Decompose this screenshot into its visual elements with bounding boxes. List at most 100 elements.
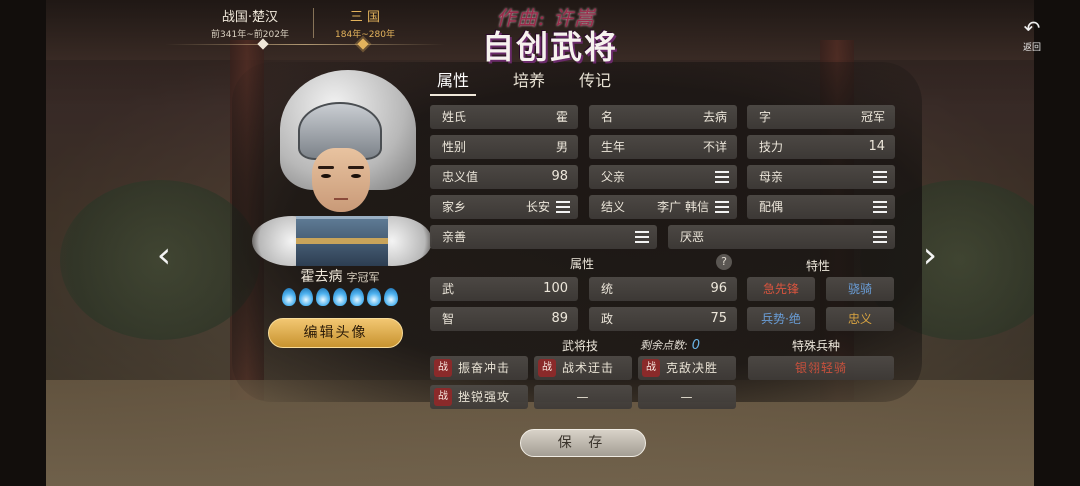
stat-label: 政 [601, 312, 614, 326]
skills-header: 武将技 [562, 339, 599, 353]
skill-name: 振奋冲击 [458, 361, 511, 375]
portrait-brow [348, 166, 364, 169]
politics-stat: 政 75 [589, 307, 737, 331]
help-icon[interactable]: ? [716, 254, 732, 270]
blue-flame-star-icon [333, 288, 347, 306]
era-years: 184年~280年 [335, 30, 395, 40]
field-value: 14 [868, 139, 885, 154]
spouse-field[interactable]: 配偶 [747, 195, 895, 219]
field-value: 冠军 [860, 110, 885, 124]
blue-flame-star-icon [384, 288, 398, 306]
list-menu-icon[interactable] [873, 171, 887, 183]
skill-name: — [680, 390, 694, 404]
field-label: 结义 [601, 200, 626, 214]
prev-character-arrow[interactable]: ‹ [150, 236, 178, 276]
edit-portrait-button[interactable]: 编辑头像 [268, 318, 403, 348]
left-letterbox [0, 0, 46, 486]
skill-slot[interactable]: 战 战术迂击 [534, 356, 632, 380]
field-label: 字 [759, 110, 772, 124]
portrait-eye [351, 174, 361, 178]
list-menu-icon[interactable] [873, 231, 887, 243]
tab-biography[interactable]: 传记 [562, 70, 628, 96]
sworn-brothers-field[interactable]: 结义 李广 韩信 [589, 195, 737, 219]
skill-slot[interactable]: 战 振奋冲击 [430, 356, 528, 380]
era-tab-three-kingdoms[interactable]: 三 国 184年~280年 [325, 6, 405, 40]
list-menu-icon[interactable] [715, 171, 729, 183]
detail-tabs: 属性 培养 传记 [430, 70, 628, 96]
dislikes-field[interactable]: 厌恶 [668, 225, 895, 249]
back-button[interactable]: ↶ 返回 [1014, 18, 1050, 53]
battle-badge-icon: 战 [434, 359, 452, 377]
command-stat: 统 96 [589, 277, 737, 301]
trait-cavalry[interactable]: 骁骑 [826, 277, 894, 301]
battle-badge-icon: 战 [434, 388, 452, 406]
gender-field[interactable]: 性别 男 [430, 135, 578, 159]
portrait-eye [321, 174, 331, 178]
intellect-stat: 智 89 [430, 307, 578, 331]
stat-value: 96 [710, 281, 727, 296]
back-label: 返回 [1022, 43, 1041, 53]
stat-value: 75 [710, 311, 727, 326]
hometown-field[interactable]: 家乡 长安 [430, 195, 578, 219]
field-label: 母亲 [759, 170, 784, 184]
mother-field[interactable]: 母亲 [747, 165, 895, 189]
battle-badge-icon: 战 [538, 359, 556, 377]
given-name-field[interactable]: 名 去病 [589, 105, 737, 129]
tab-attributes[interactable]: 属性 [430, 70, 476, 96]
skill-power-field: 技力 14 [747, 135, 895, 159]
trait-vanguard[interactable]: 急先锋 [747, 277, 815, 301]
stat-label: 武 [442, 282, 455, 296]
birth-year-field[interactable]: 生年 不详 [589, 135, 737, 159]
era-marker-active [357, 38, 369, 50]
surname-field[interactable]: 姓氏 霍 [430, 105, 578, 129]
field-value: 去病 [702, 110, 727, 124]
list-menu-icon[interactable] [715, 201, 729, 213]
skill-slot[interactable]: 战 克敌决胜 [638, 356, 736, 380]
list-menu-icon[interactable] [556, 201, 570, 213]
field-value: 98 [551, 169, 568, 184]
portrait-brow [318, 166, 334, 169]
skill-name: 战术迂击 [562, 361, 615, 375]
field-label: 姓氏 [442, 110, 467, 124]
right-letterbox [1034, 0, 1080, 486]
era-marker [257, 38, 269, 50]
back-arrow-icon: ↶ [1023, 16, 1041, 40]
father-field[interactable]: 父亲 [589, 165, 737, 189]
era-selector: 战国·楚汉 前341年~前202年 三 国 184年~280年 [165, 6, 445, 50]
character-portrait [252, 66, 432, 266]
field-label: 配偶 [759, 200, 784, 214]
era-divider [313, 8, 314, 38]
loyalty-field[interactable]: 忠义值 98 [430, 165, 578, 189]
list-menu-icon[interactable] [873, 201, 887, 213]
field-value: 男 [555, 140, 568, 154]
portrait-face [312, 148, 370, 212]
skill-name: — [576, 390, 590, 404]
traits-header: 特性 [806, 259, 831, 273]
era-tab-warring-states[interactable]: 战国·楚汉 前341年~前202年 [195, 6, 305, 40]
battle-badge-icon: 战 [642, 359, 660, 377]
tab-training[interactable]: 培养 [496, 70, 562, 96]
character-name: 霍去病 [300, 269, 343, 285]
field-label: 忠义值 [442, 170, 479, 184]
field-label: 性别 [442, 140, 467, 154]
field-label: 生年 [601, 140, 626, 154]
next-character-arrow[interactable]: › [916, 236, 944, 276]
likes-field[interactable]: 亲善 [430, 225, 657, 249]
skill-slot[interactable]: 战 挫锐强攻 [430, 385, 528, 409]
portrait-mouth [334, 198, 348, 200]
blue-flame-star-icon [299, 288, 313, 306]
special-troop-button[interactable]: 银翎轻骑 [748, 356, 894, 380]
save-button[interactable]: 保 存 [520, 429, 646, 457]
star-rating [276, 288, 404, 306]
blue-flame-star-icon [367, 288, 381, 306]
empty-skill-slot[interactable]: — [534, 385, 632, 409]
list-menu-icon[interactable] [635, 231, 649, 243]
empty-skill-slot[interactable]: — [638, 385, 736, 409]
special-troop-header: 特殊兵种 [792, 339, 841, 353]
trait-loyal[interactable]: 忠义 [826, 307, 894, 331]
courtesy-name-field[interactable]: 字 冠军 [747, 105, 895, 129]
stat-value: 89 [551, 311, 568, 326]
trait-momentum[interactable]: 兵势·绝 [747, 307, 815, 331]
blue-flame-star-icon [282, 288, 296, 306]
character-courtesy: 字冠军 [346, 271, 380, 284]
